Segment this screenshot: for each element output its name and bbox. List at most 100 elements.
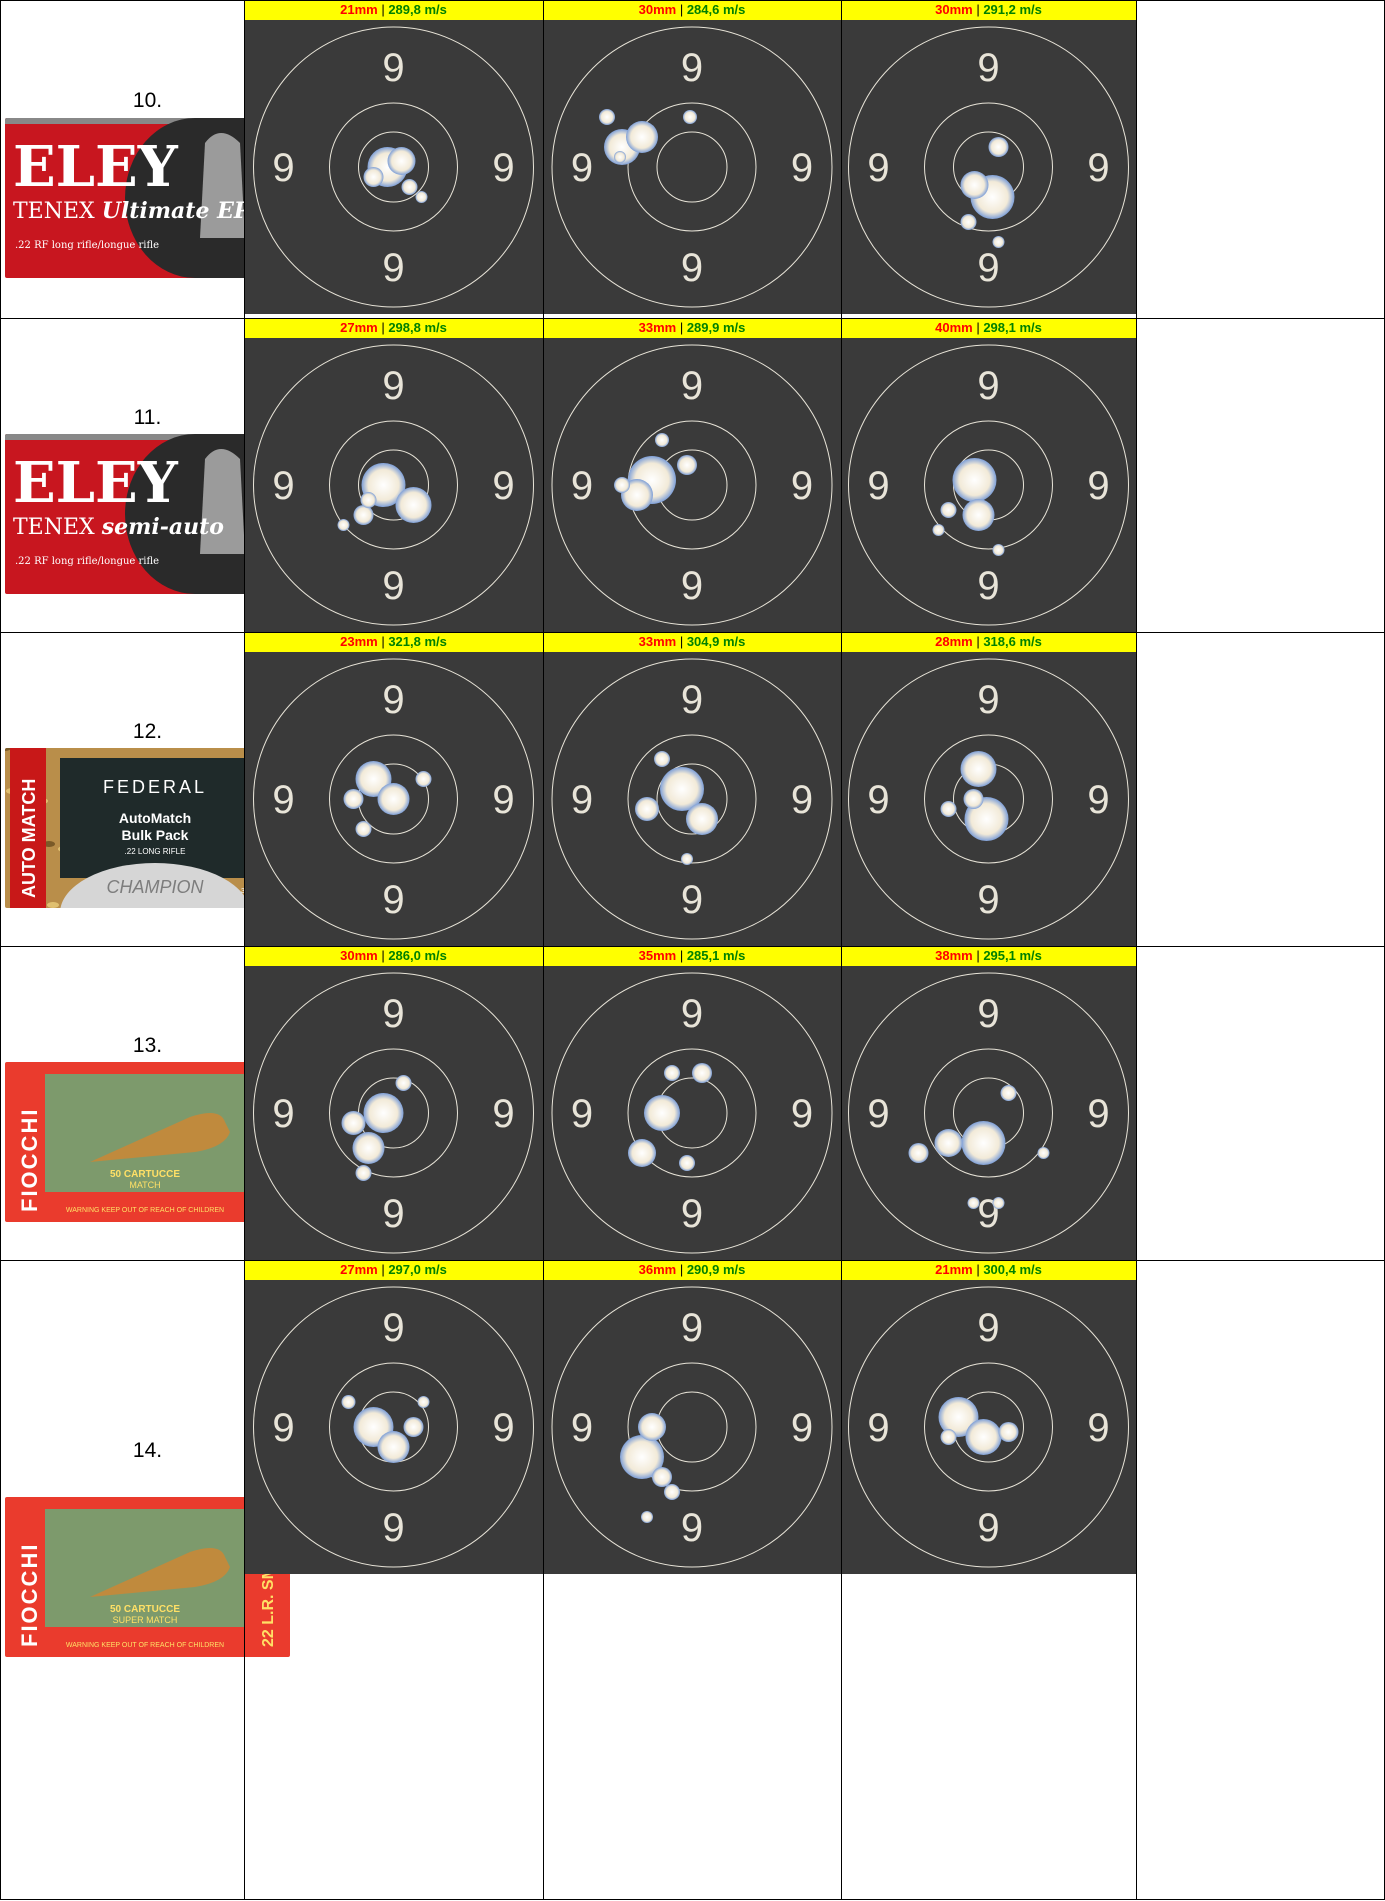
bullet-hole: [417, 1396, 430, 1408]
bullet-hole: [363, 167, 384, 187]
bullet-hole: [952, 458, 997, 502]
ring-number-top: 9: [382, 364, 404, 408]
ring-number-right: 9: [791, 464, 813, 508]
row-divider: [0, 632, 1385, 633]
row-divider: [0, 0, 1385, 1]
group-size: 30mm: [935, 2, 973, 17]
ring-number-bottom: 9: [681, 1506, 703, 1550]
bullet-hole: [341, 1111, 366, 1135]
bullet-hole: [960, 171, 989, 199]
product-line-2: Bulk Pack: [122, 827, 189, 843]
label-separator: |: [676, 948, 687, 963]
ring-number-top: 9: [681, 992, 703, 1036]
muzzle-velocity: 286,0 m/s: [388, 948, 447, 963]
product-brand: FIOCCHI: [17, 1543, 42, 1647]
comparison-table: 10. ELEY TENEX Ultimate EPS .22 RF long rif…: [0, 0, 1385, 1901]
ring-number-bottom: 9: [977, 246, 999, 290]
bullet-hole: [353, 505, 374, 525]
bullet-hole: [992, 544, 1005, 556]
target-cell: 38mm | 295,1 m/s 9 9 9 9: [841, 946, 1136, 1260]
ring-number-right: 9: [492, 464, 514, 508]
ring-number-left: 9: [867, 464, 889, 508]
group-label: 30mm | 291,2 m/s: [841, 0, 1136, 20]
ring-number-bottom: 9: [977, 1506, 999, 1550]
ring-number-right: 9: [791, 146, 813, 190]
group-size: 40mm: [935, 320, 973, 335]
ring-number-bottom: 9: [681, 1192, 703, 1236]
label-separator: |: [377, 2, 389, 17]
target-image: 999 9: [244, 652, 543, 946]
target-photo: 9999: [244, 20, 543, 318]
ring-number-right: 9: [791, 1092, 813, 1136]
bullet-hole: [614, 477, 630, 493]
product-caliber: .22 LONG RIFLE: [125, 847, 186, 856]
bullet-hole: [415, 191, 428, 203]
ring-number-right: 9: [1087, 1092, 1109, 1136]
bullet-hole: [355, 1165, 372, 1181]
product-caliber: .22 RF long rifle/longue rifle: [15, 556, 159, 567]
target-image: 999 9: [244, 966, 543, 1260]
ring-number-bottom: 9: [977, 878, 999, 922]
result-row: 13.FIOCCHI22 L.R. M 30050 CARTUCCEMATCHW…: [0, 946, 1385, 1260]
bullet-hole: [387, 147, 416, 175]
target-cell: 40mm | 298,1 m/s 9 9 9 9: [841, 318, 1136, 632]
bullet-hole: [992, 1197, 1005, 1209]
ring-number-top: 9: [681, 46, 703, 90]
ring-number-bottom: 9: [382, 1506, 404, 1550]
bullet-hole: [363, 1093, 404, 1133]
group-size: 21mm: [935, 1262, 973, 1277]
product-side-text: AUTO MATCH: [19, 779, 39, 898]
bullet-hole: [654, 751, 670, 767]
muzzle-velocity: 298,8 m/s: [388, 320, 447, 335]
target-image: 999 9: [841, 966, 1136, 1260]
bullet-hole: [932, 524, 945, 536]
label-separator: |: [676, 1262, 687, 1277]
target-photo: 9999: [543, 20, 841, 318]
bullet-hole: [614, 151, 626, 163]
bullet-hole: [638, 1413, 666, 1441]
group-size: 23mm: [340, 634, 378, 649]
group-label: 33mm | 289,9 m/s: [543, 318, 841, 338]
target-cell: 27mm | 297,0 m/s 9 9 9 9: [244, 1260, 543, 1900]
target-image: 999 9: [841, 338, 1136, 632]
bullet-hole: [940, 502, 957, 518]
bullet-hole: [963, 789, 984, 809]
bullet-hole: [641, 1511, 653, 1523]
bullet-hole: [934, 1129, 963, 1157]
ring-number-bottom: 9: [382, 246, 404, 290]
group-size: 28mm: [935, 634, 973, 649]
target-image: 999 9: [543, 652, 841, 946]
product-brand: ELEY: [13, 450, 179, 516]
ring-number-top: 9: [382, 992, 404, 1036]
group-label: 33mm | 304,9 m/s: [543, 632, 841, 652]
target-cell: 21mm | 289,8 m/s 9 9 9 9: [244, 0, 543, 318]
ring-number-bottom: 9: [382, 1192, 404, 1236]
muzzle-velocity: 295,1 m/s: [983, 948, 1042, 963]
muzzle-velocity: 318,6 m/s: [983, 634, 1042, 649]
group-label: 21mm | 300,4 m/s: [841, 1260, 1136, 1280]
group-label: 30mm | 286,0 m/s: [244, 946, 543, 966]
ring-number-top: 9: [382, 46, 404, 90]
bullet-hole: [908, 1143, 929, 1163]
ring-number-top: 9: [681, 678, 703, 722]
ring-number-top: 9: [977, 1306, 999, 1350]
bullet-hole: [940, 1429, 957, 1445]
bullet-hole: [343, 789, 364, 809]
ring-number-right: 9: [1087, 464, 1109, 508]
group-size: 38mm: [935, 948, 973, 963]
product-brand: ELEY: [13, 134, 179, 200]
bullet-hole: [355, 821, 372, 837]
ring-number-right: 9: [1087, 778, 1109, 822]
ring-number-top: 9: [681, 1306, 703, 1350]
bullet-hole: [377, 783, 410, 815]
group-label: 35mm | 285,1 m/s: [543, 946, 841, 966]
target-photo: 9999: [841, 20, 1136, 318]
target-photo: 9999: [841, 966, 1136, 1260]
target-cell: 30mm | 291,2 m/s 9 9 9 9: [841, 0, 1136, 318]
result-row: 10. ELEY TENEX Ultimate EPS .22 RF long rif…: [0, 0, 1385, 318]
bullet-hole: [360, 492, 377, 508]
column-divider: [1136, 0, 1137, 1900]
group-label: 38mm | 295,1 m/s: [841, 946, 1136, 966]
bullet-hole: [679, 1155, 695, 1171]
ring-number-left: 9: [571, 778, 593, 822]
